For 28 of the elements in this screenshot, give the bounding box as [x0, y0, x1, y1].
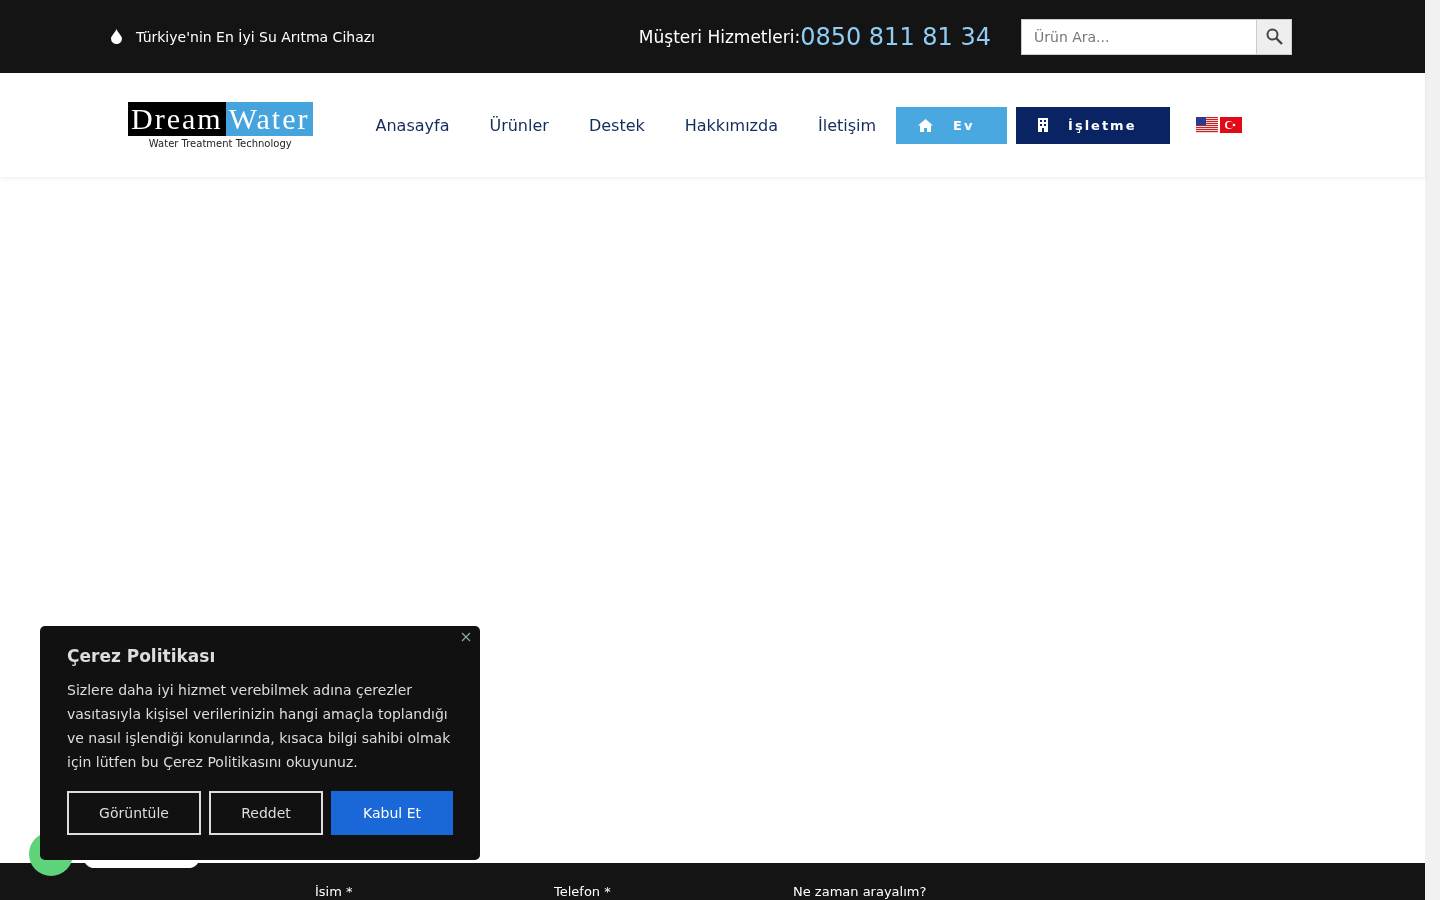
- nav-link[interactable]: Ürünler: [489, 115, 549, 135]
- service-label: Müşteri Hizmetleri:: [638, 26, 801, 47]
- form-label: Ne zaman arayalım?: [793, 883, 928, 899]
- close-icon: [461, 632, 471, 642]
- tagline: Türkiye'nin En İyi Su Arıtma Cihazı: [136, 28, 375, 45]
- cookie-button[interactable]: Görüntüle: [67, 791, 201, 835]
- phone-link[interactable]: 0850 811 81 34: [800, 22, 991, 51]
- search-icon: [1265, 28, 1283, 45]
- search-field[interactable]: Ürün Ara...: [1021, 18, 1256, 55]
- logo[interactable]: Dream Water Water Treatment Technology: [128, 101, 313, 149]
- nav-link[interactable]: Anasayfa: [375, 115, 450, 135]
- home-icon: [918, 118, 934, 132]
- turkey-flag-icon[interactable]: [1220, 117, 1243, 133]
- search-button[interactable]: [1256, 18, 1292, 55]
- cookie-button[interactable]: Reddet: [209, 791, 323, 835]
- cookie-title: Çerez Politikası: [67, 646, 217, 666]
- close-button[interactable]: [460, 630, 472, 642]
- nav-link[interactable]: Destek: [588, 115, 645, 135]
- nav-link[interactable]: Hakkımızda: [684, 115, 778, 135]
- business-button[interactable]: İşletme: [1016, 106, 1171, 144]
- water-drop-icon: [111, 29, 122, 44]
- nav-link[interactable]: İletişim: [817, 115, 877, 135]
- form-label: Telefon *: [554, 883, 612, 899]
- cookie-text: Sizlere daha iyi hizmet verebilmek adına çerezler vasıtasıyla kişisel verilerinizin hangi amaçla toplandığı ve nasıl işlendiği konularında, kısaca bilgi sahibi olmak için lütfen bu Çerez Politikasını okuyunuz.: [67, 681, 452, 772]
- form-label: İsim *: [315, 883, 354, 899]
- accept-button[interactable]: Kabul Et: [331, 791, 453, 835]
- us-flag-icon[interactable]: [1196, 117, 1219, 133]
- building-icon: [1038, 118, 1049, 132]
